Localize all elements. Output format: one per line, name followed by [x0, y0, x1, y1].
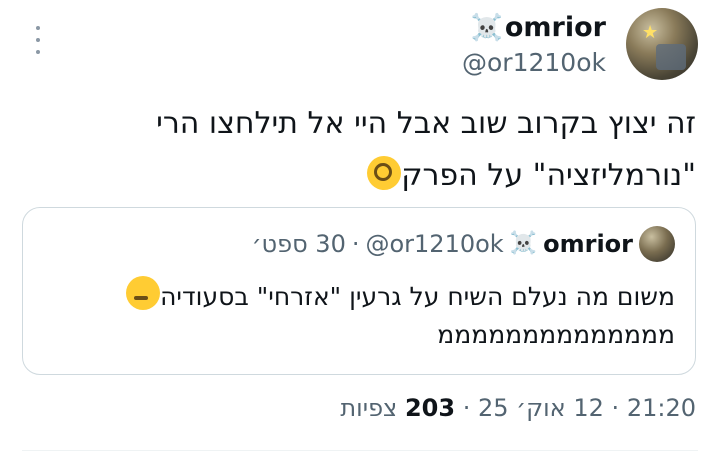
quoted-tweet[interactable]: 30 ספט׳ · @or1210ok ☠️ omrior משום מה נע…: [22, 207, 696, 375]
author-name-row[interactable]: ☠️ omrior: [471, 12, 607, 43]
thinking-face-icon: [126, 276, 161, 310]
quoted-author-handle: @or1210ok: [365, 230, 504, 258]
separator: ·: [351, 230, 360, 258]
quoted-line-2: ממממממממממממממ: [437, 320, 675, 349]
tweet-meta: 21:20 · 12 אוק׳ 25 · 203 צפיות: [340, 394, 696, 422]
dot: [36, 50, 40, 54]
quoted-avatar: [639, 226, 675, 262]
separator: ·: [462, 394, 471, 422]
tweet-line-2-wrap: "נורמליזציה" על הפרק: [6, 150, 696, 202]
tweet-date[interactable]: 12 אוק׳ 25: [478, 394, 604, 422]
avatar[interactable]: ★: [626, 8, 698, 80]
author-handle[interactable]: @or1210ok: [462, 48, 606, 77]
tweet-line-1: זה יצוץ בקרוב שוב אבל היי אל תילחצו הרי: [156, 106, 696, 141]
quoted-line-1: משום מה נעלם השיח על גרעין "אזרחי" בסעוד…: [160, 282, 675, 311]
quoted-tweet-text: משום מה נעלם השיח על גרעין "אזרחי" בסעוד…: [35, 276, 675, 354]
tweet-text: זה יצוץ בקרוב שוב אבל היי אל תילחצו הרי …: [6, 98, 696, 202]
author-name[interactable]: omrior: [505, 12, 606, 43]
quoted-author-name: omrior: [543, 230, 633, 258]
skull-icon: ☠️: [470, 12, 503, 43]
skull-icon: ☠️: [509, 231, 538, 256]
separator: ·: [611, 394, 620, 422]
quoted-tweet-date[interactable]: 30 ספט׳: [252, 230, 346, 258]
views-count: 203: [404, 394, 456, 422]
tweet-line-2: "נורמליזציה" על הפרק: [401, 158, 696, 193]
dot: [36, 26, 40, 30]
face-with-monocle-icon: [367, 156, 402, 190]
avatar-detail: [656, 44, 686, 70]
views-label: צפיות: [340, 394, 398, 422]
quoted-line-1-wrap: משום מה נעלם השיח על גרעין "אזרחי" בסעוד…: [35, 276, 675, 316]
avatar-star: ★: [642, 22, 659, 43]
dot: [36, 38, 40, 42]
more-options-icon[interactable]: [28, 26, 48, 54]
divider: [22, 450, 698, 451]
tweet-time[interactable]: 21:20: [627, 394, 696, 422]
quoted-tweet-header: 30 ספט׳ · @or1210ok ☠️ omrior: [252, 226, 675, 262]
